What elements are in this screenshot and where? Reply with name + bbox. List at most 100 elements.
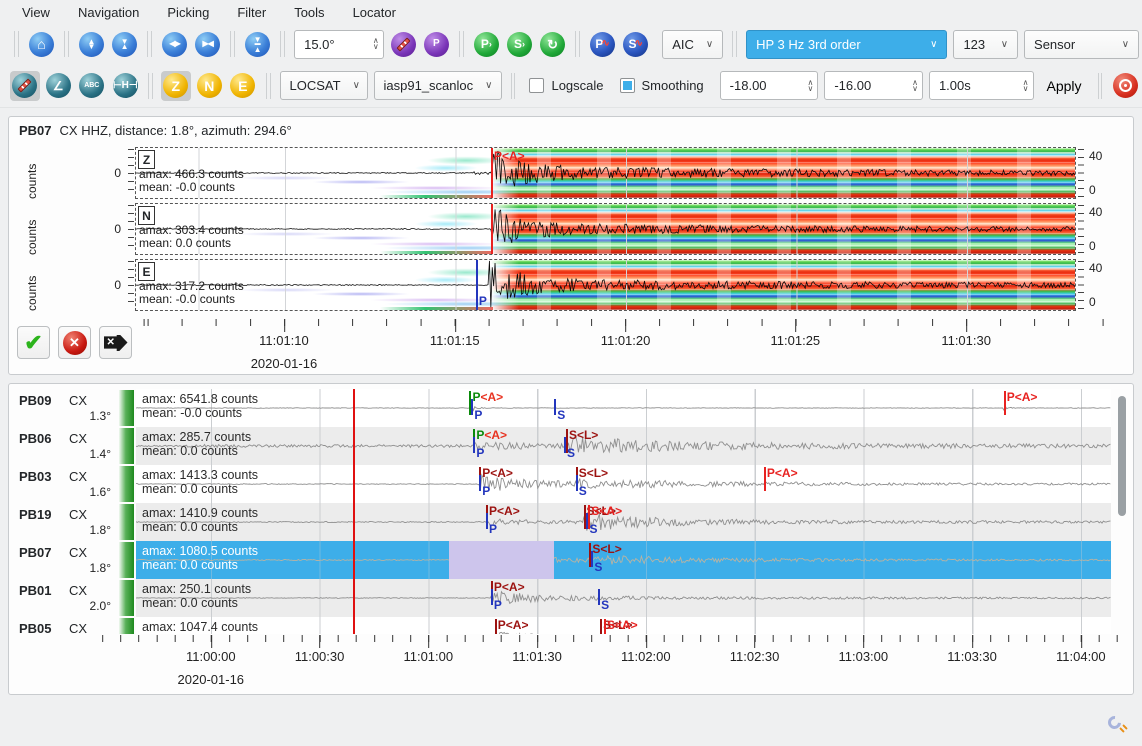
station-row-pb06[interactable]: PB06 CX 1.4° amax: 285.7 counts mean: 0.… [9, 427, 1133, 465]
station-trace[interactable]: amax: 1080.5 counts mean: 0.0 counts P<A… [136, 541, 1111, 579]
time-tick: 11:00:30 [295, 649, 345, 664]
profile-combo[interactable]: iasp91_scanloc ∨ [374, 71, 502, 100]
stations-time-axis: 11:00:00 11:00:30 11:01:00 11:01:30 11:0… [101, 635, 1127, 679]
toolbar-main: ⌂ ▲▼ ▼▲ ◀▶ ▶◀ ▼▬▲ 15.0° ∧∨ P P› S› ↻ P∿ … [0, 24, 1142, 64]
station-trace[interactable]: amax: 1410.9 counts mean: 0.0 counts P<A… [136, 503, 1111, 541]
time-window-spinbox[interactable]: 1.00s ∧∨ [929, 71, 1034, 100]
menu-tools[interactable]: Tools [280, 2, 338, 23]
station-row-pb01[interactable]: PB01 CX 2.0° amax: 250.1 counts mean: 0.… [9, 579, 1133, 617]
locate-button[interactable] [1110, 71, 1140, 101]
station-trace[interactable]: amax: 1413.3 counts mean: 0.0 counts P<A… [136, 465, 1111, 503]
mean-label: mean: 0.0 counts [139, 236, 231, 250]
station-row-pb03[interactable]: PB03 CX 1.6° amax: 1413.3 counts mean: 0… [9, 465, 1133, 503]
component-n-button[interactable]: N [195, 71, 225, 101]
picker-panel: PB07CX HHZ, distance: 1.8°, azimuth: 294… [8, 116, 1134, 375]
mean-label: mean: -0.0 counts [142, 406, 242, 420]
toolbar-separator [230, 31, 235, 57]
spectrogram-min-spinbox[interactable]: -18.00 ∧∨ [720, 71, 819, 100]
annotate-s-button[interactable]: S∿ [621, 29, 650, 59]
amax-label: amax: 1080.5 counts [142, 544, 258, 558]
spin-arrows-icon[interactable]: ∧∨ [1015, 80, 1029, 92]
picker-tool-button[interactable] [389, 29, 418, 59]
station-row-pb07-selected[interactable]: PB07 CX 1.8° amax: 1080.5 counts mean: 0… [9, 541, 1133, 579]
center-vertical-icon: ▼▬▲ [245, 32, 270, 57]
station-network: CX [69, 431, 87, 446]
picker-trace-row-e: counts 0 E amax: 317.2 counts mean: -0.0… [9, 259, 1133, 311]
station-network: CX [69, 583, 87, 598]
spin-arrows-icon[interactable]: ∧∨ [799, 80, 813, 92]
reject-pick-button[interactable]: ✕ [58, 326, 91, 359]
ruler-icon [391, 32, 416, 57]
amplitude-unit-combo[interactable]: Sensor ∨ [1024, 30, 1139, 59]
abc-icon: ABC [79, 73, 104, 98]
logscale-checkbox[interactable]: Logscale [529, 78, 603, 93]
filter-combo[interactable]: HP 3 Hz 3rd order ∨ [746, 30, 947, 59]
quality-bar [119, 390, 134, 426]
goto-next-p-button[interactable]: P› [472, 29, 501, 59]
y-axis-ticks [128, 149, 134, 197]
station-trace[interactable]: amax: 1047.4 counts P<A>S<L>S<A> [136, 617, 1111, 634]
network-status-icon [1106, 714, 1126, 734]
default-view-button[interactable]: ⌂ [27, 29, 56, 59]
amplitude-zoom-out-button[interactable]: ▲▼ [77, 29, 106, 59]
station-network: CX [69, 393, 87, 408]
station-trace[interactable]: amax: 250.1 counts mean: 0.0 counts P<A>… [136, 579, 1111, 617]
annotate-p-button[interactable]: P∿ [588, 29, 617, 59]
y-axis-zero: 0 [101, 278, 121, 292]
limits-toggle-button[interactable]: ⊢H⊣ [111, 71, 141, 101]
station-trace[interactable]: amax: 285.7 counts mean: 0.0 counts P<A>… [136, 427, 1111, 465]
skip-trace-button[interactable]: ✕ [99, 326, 132, 359]
time-zoom-in-button[interactable]: ▶◀ [193, 29, 222, 59]
menu-locator[interactable]: Locator [339, 2, 410, 23]
spectrogram-max-spinbox[interactable]: -16.00 ∧∨ [824, 71, 923, 100]
y-axis-label: counts [25, 203, 39, 255]
station-row-pb19[interactable]: PB19 CX 1.8° amax: 1410.9 counts mean: 0… [9, 503, 1133, 541]
y-axis-zero: 0 [101, 222, 121, 236]
confirm-pick-button[interactable]: ✔ [17, 326, 50, 359]
time-zoom-out-button[interactable]: ◀▶ [160, 29, 189, 59]
locator-combo[interactable]: LOCSAT ∨ [280, 71, 368, 100]
picker-trace-row-n: counts 0 N amax: 303.4 counts mean: 0.0 … [9, 203, 1133, 255]
smoothing-checkbox[interactable]: Smoothing [620, 78, 704, 93]
menu-view[interactable]: View [8, 2, 64, 23]
angle-measure-button[interactable]: ∠ [44, 71, 74, 101]
station-row-pb05[interactable]: PB05 CX amax: 1047.4 counts P<A>S<L>S<A> [9, 617, 1133, 634]
menu-filter[interactable]: Filter [223, 2, 280, 23]
labels-toggle-button[interactable]: ABC [77, 71, 107, 101]
vertical-scrollbar[interactable] [1118, 396, 1126, 516]
reset-amplitude-button[interactable]: ▼▬▲ [243, 29, 272, 59]
mean-label: mean: -0.0 counts [139, 180, 235, 194]
component-e-button[interactable]: E [228, 71, 258, 101]
repick-button[interactable]: ↻ [538, 29, 567, 59]
picker-method-value: AIC [672, 37, 694, 52]
apply-button[interactable]: Apply [1037, 74, 1092, 98]
menu-picking[interactable]: Picking [153, 2, 223, 23]
toolbar-separator [64, 31, 69, 57]
component-z-button[interactable]: Z [161, 71, 191, 101]
checkbox-checked-icon [620, 78, 635, 93]
chevron-down-icon: ∨ [694, 39, 713, 50]
p-wave-icon: P∿ [590, 32, 615, 57]
spectrogram-toggle-button[interactable] [10, 71, 40, 101]
picker-actions: ✔ ✕ ✕ [17, 326, 132, 359]
station-trace[interactable]: amax: 6541.8 counts mean: -0.0 counts P<… [136, 389, 1111, 427]
picker-method-combo[interactable]: AIC ∨ [662, 30, 723, 59]
waveform-n [136, 204, 1075, 254]
trace-e[interactable]: E amax: 317.2 counts mean: -0.0 counts P [135, 259, 1076, 311]
spin-arrows-icon[interactable]: ∧∨ [365, 38, 379, 50]
spin-arrows-icon[interactable]: ∧∨ [904, 80, 918, 92]
checkbox-unchecked-icon [529, 78, 544, 93]
trace-z[interactable]: Z amax: 466.3 counts mean: -0.0 counts P… [135, 147, 1076, 199]
toolbar-separator [14, 31, 19, 57]
freq-axis-ticks [1078, 205, 1084, 253]
trace-n[interactable]: N amax: 303.4 counts mean: 0.0 counts [135, 203, 1076, 255]
goto-next-s-button[interactable]: S› [505, 29, 534, 59]
station-row-pb09[interactable]: PB09 CX 1.3° amax: 6541.8 counts mean: -… [9, 389, 1133, 427]
rotation-combo[interactable]: 123 ∨ [953, 30, 1018, 59]
toolbar-separator [575, 31, 580, 57]
pick-phase-button[interactable]: P [422, 29, 451, 59]
menu-navigation[interactable]: Navigation [64, 2, 153, 23]
zoom-angle-spinbox[interactable]: 15.0° ∧∨ [294, 30, 384, 59]
picker-station-code: PB07 [19, 123, 52, 138]
amplitude-zoom-in-button[interactable]: ▼▲ [110, 29, 139, 59]
